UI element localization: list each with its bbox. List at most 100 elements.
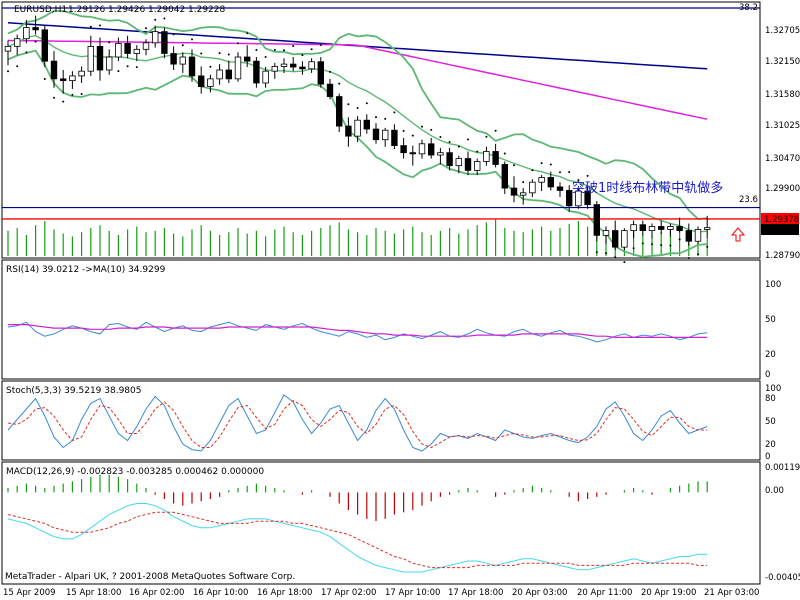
candle-body (179, 56, 186, 65)
x-tick-label: 17 Apr 02:00 (321, 588, 376, 598)
candle-body (418, 143, 426, 155)
sar-dot (172, 33, 175, 36)
sar-dot (246, 32, 249, 35)
stoch-main-line (7, 394, 708, 452)
x-tick-label: 17 Apr 18:00 (448, 588, 503, 598)
candle-body (142, 42, 150, 50)
sar-dot (476, 150, 479, 153)
sar-dot (255, 49, 258, 52)
candle-body (161, 31, 168, 54)
sar-dot (301, 54, 304, 57)
sar-dot (641, 242, 644, 245)
sar-dot (310, 48, 313, 51)
sar-dot (614, 256, 617, 259)
candle-body (363, 119, 370, 130)
candle-body (391, 129, 398, 146)
sar-dot (522, 181, 525, 184)
x-tick-label: 21 Apr 03:00 (704, 588, 759, 598)
candle-body (32, 27, 39, 31)
sar-dot (117, 70, 120, 73)
sar-dot (605, 252, 607, 255)
sar-dot (80, 92, 83, 95)
macd-ytick: -0.004051 (765, 573, 800, 583)
candle-body (676, 226, 683, 232)
candle-body (492, 151, 499, 165)
sar-dot (485, 135, 488, 138)
sar-dot (549, 163, 552, 166)
candle-body (23, 27, 30, 40)
candle-body (69, 75, 76, 82)
price-ytick: 1.28790 (765, 251, 800, 261)
sar-dot (264, 56, 267, 59)
sar-dot (669, 244, 672, 247)
sar-dot (200, 52, 203, 55)
macd-signal-line (7, 511, 708, 569)
metatrader-chart: EURUSD,H1 1.29126 1.29426 1.29042 1.2922… (1, 1, 800, 598)
x-tick-label: 16 Apr 18:00 (257, 588, 312, 598)
candle-body (501, 164, 508, 189)
candle-body (354, 119, 361, 137)
sar-dot (273, 48, 276, 51)
sar-dot (16, 65, 19, 68)
sar-dot (568, 171, 571, 174)
sar-dot (393, 111, 396, 114)
macd-title: MACD(12,26,9) -0.002823 -0.003285 0.0004… (6, 467, 264, 477)
candle-body (372, 128, 380, 141)
sar-dot (163, 17, 166, 20)
candle-body (106, 56, 113, 71)
sar-dot (632, 247, 635, 250)
ohlc-close: 1.29228 (188, 5, 225, 15)
sar-dot (283, 49, 285, 52)
candle-body (556, 186, 564, 191)
fib-382-label: 38.2 (739, 3, 758, 13)
sar-dot (586, 174, 589, 177)
sar-dot (191, 38, 193, 41)
sar-dot (71, 93, 74, 96)
candle-body (593, 204, 600, 236)
sar-dot (25, 51, 28, 54)
sar-dot (319, 44, 322, 47)
sar-dot (154, 18, 157, 21)
sar-dot (697, 253, 699, 256)
x-tick-label: 16 Apr 10:00 (193, 588, 248, 598)
sar-dot (43, 78, 46, 81)
sar-dot (145, 27, 147, 30)
x-tick-label: 15 Apr 2009 (3, 588, 56, 598)
candle-body (427, 143, 435, 156)
candle-body (381, 129, 389, 141)
candle-body (151, 31, 159, 44)
up-arrow-icon (730, 227, 746, 242)
sar-dot (467, 138, 469, 141)
sar-dot (329, 70, 331, 73)
sar-dot (338, 82, 341, 85)
candle-body (547, 177, 554, 188)
candle-body (658, 226, 665, 230)
sar-dot (623, 261, 626, 264)
candle-body (271, 66, 278, 72)
candle-body (630, 224, 637, 232)
sar-dot (375, 116, 377, 119)
candle-body (529, 181, 536, 194)
macd-panel-frame (1, 461, 761, 585)
candle-body (225, 69, 232, 80)
ohlc-low: 1.29042 (148, 5, 185, 15)
macd-ytick: 0.00 (765, 486, 784, 496)
candle-body (262, 70, 269, 84)
candle-body (335, 96, 343, 127)
candle-body (253, 60, 260, 84)
candle-body (621, 230, 628, 248)
sar-dot (135, 66, 138, 69)
sar-dot (108, 41, 111, 44)
sar-dot (513, 164, 515, 167)
rsi-ytick: 20 (765, 350, 776, 360)
rsi-ytick: 50 (765, 315, 776, 325)
candle-body (50, 60, 58, 80)
candle-body (483, 151, 490, 162)
candle-body (639, 224, 646, 232)
sar-dot (678, 238, 681, 241)
candle-body (289, 63, 297, 68)
sar-dot (421, 125, 423, 128)
candle-body (612, 230, 619, 248)
macd-layer (7, 474, 708, 573)
candle-body (317, 61, 324, 85)
